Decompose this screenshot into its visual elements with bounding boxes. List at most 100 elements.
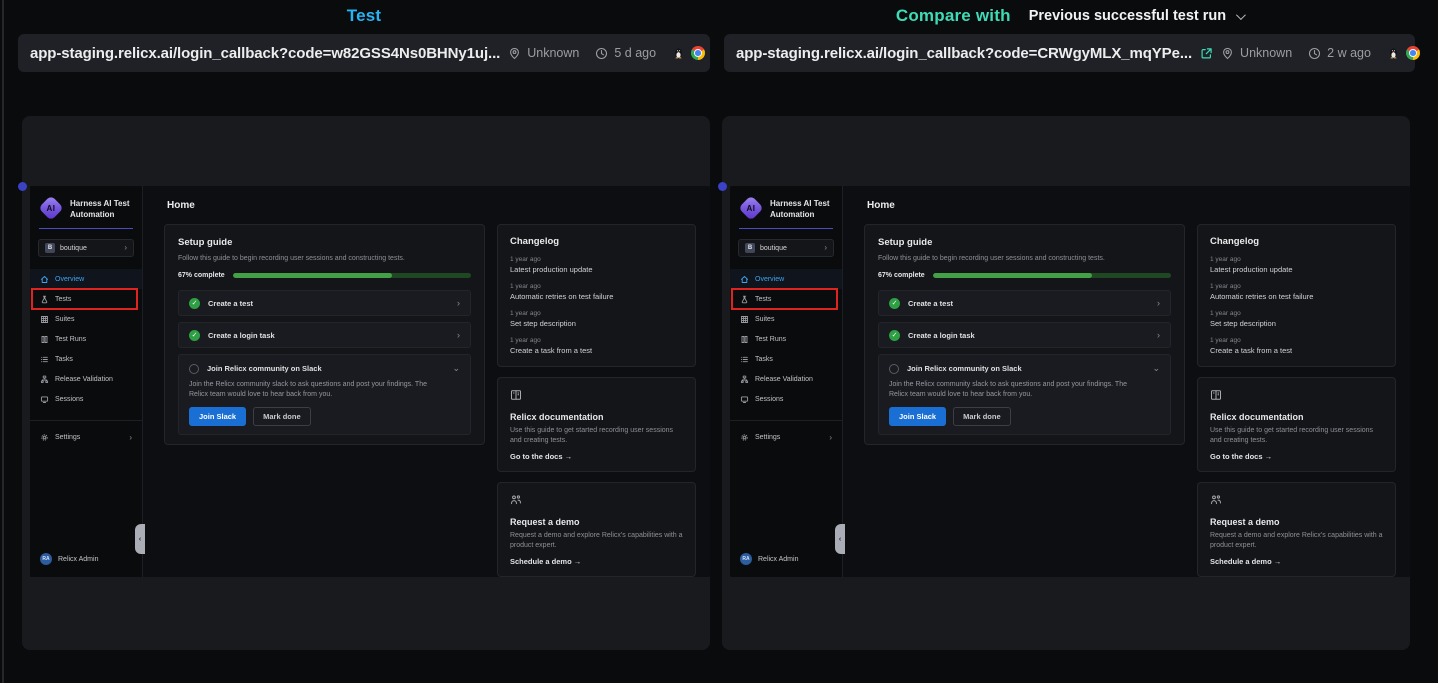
page-title: Home: [167, 200, 195, 211]
demo-card: Request a demo Request a demo and explor…: [1197, 482, 1396, 577]
chevron-left-icon: ‹: [139, 536, 141, 543]
sidebar-item-overview[interactable]: Overview: [30, 269, 142, 289]
schedule-demo-link[interactable]: Schedule a demo →: [1210, 557, 1383, 566]
linux-tux-icon: [672, 47, 685, 60]
demo-description: Request a demo and explore Relicx's capa…: [1210, 531, 1383, 550]
demo-title: Request a demo: [1210, 517, 1383, 527]
compare-location: Unknown: [1240, 46, 1292, 60]
changelog-entry: 1 year ago Set step description: [510, 310, 683, 328]
app-main-content: Home Setup guide Follow this guide to be…: [844, 186, 1410, 577]
sidebar-item-label: Tasks: [55, 356, 73, 363]
project-selector[interactable]: B boutique ›: [38, 239, 134, 257]
chevron-right-icon: ›: [1157, 330, 1160, 340]
user-name: Relicx Admin: [758, 556, 798, 563]
user-menu[interactable]: RA Relicx Admin: [40, 553, 98, 565]
brand-block: AI Harness AI Test Automation: [730, 186, 842, 220]
compare-run-dropdown[interactable]: Previous successful test run: [1029, 8, 1243, 24]
compare-screenshot: AI Harness AI Test Automation B boutique…: [730, 186, 1410, 577]
check-circle-icon: ✓: [889, 298, 900, 309]
base-location: Unknown: [527, 46, 579, 60]
sidebar-item-sessions[interactable]: Sessions: [30, 389, 142, 409]
sidebar-collapse-handle[interactable]: ‹: [135, 524, 145, 554]
harness-logo-icon: AI: [39, 196, 63, 220]
setup-step-create-test[interactable]: ✓ Create a test ›: [178, 290, 471, 316]
sidebar-item-suites[interactable]: Suites: [730, 309, 842, 329]
demo-card: Request a demo Request a demo and explor…: [497, 482, 696, 577]
join-slack-button[interactable]: Join Slack: [189, 407, 246, 426]
compare-url-bar[interactable]: app-staging.relicx.ai/login_callback?cod…: [724, 34, 1415, 72]
progress-fill: [933, 273, 1093, 278]
setup-step-create-login-task[interactable]: ✓ Create a login task ›: [178, 322, 471, 348]
flow-icon: [40, 375, 49, 384]
chevron-right-icon: ›: [124, 244, 127, 252]
setup-step-join-slack: Join Relicx community on Slack ⌄ Join th…: [878, 354, 1171, 435]
sidebar-item-tests[interactable]: Tests: [730, 289, 842, 309]
setup-progress: 67% complete: [878, 272, 1171, 279]
compare-url: app-staging.relicx.ai/login_callback?cod…: [736, 45, 1192, 62]
sidebar-item-label: Release Validation: [755, 376, 813, 383]
columns-icon: [40, 335, 49, 344]
compare-pane-header: Compare with Previous successful test ru…: [724, 2, 1415, 30]
mark-done-button[interactable]: Mark done: [953, 407, 1011, 426]
sidebar-item-settings[interactable]: Settings ›: [730, 427, 842, 447]
documentation-title: Relicx documentation: [1210, 412, 1383, 422]
setup-guide-title: Setup guide: [878, 237, 1171, 248]
user-name: Relicx Admin: [58, 556, 98, 563]
sidebar-item-tasks[interactable]: Tasks: [30, 349, 142, 369]
setup-step-create-login-task[interactable]: ✓ Create a login task ›: [878, 322, 1171, 348]
chevron-right-icon: ›: [829, 433, 832, 442]
columns-icon: [740, 335, 749, 344]
sidebar-item-settings[interactable]: Settings ›: [30, 427, 142, 447]
harness-logo-icon: AI: [739, 196, 763, 220]
setup-step-join-slack: Join Relicx community on Slack ⌄ Join th…: [178, 354, 471, 435]
setup-step-join-slack-header[interactable]: Join Relicx community on Slack ⌄: [189, 363, 460, 374]
setup-step-create-test[interactable]: ✓ Create a test ›: [878, 290, 1171, 316]
book-icon: [1210, 389, 1222, 401]
info-column: Changelog 1 year ago Latest production u…: [497, 224, 696, 577]
base-pane-title: Test: [347, 6, 382, 26]
sidebar-item-label: Test Runs: [55, 336, 86, 343]
setup-progress: 67% complete: [178, 272, 471, 279]
user-menu[interactable]: RA Relicx Admin: [740, 553, 798, 565]
sidebar-item-suites[interactable]: Suites: [30, 309, 142, 329]
avatar: RA: [740, 553, 752, 565]
changelog-entry: 1 year ago Automatic retries on test fai…: [510, 283, 683, 301]
schedule-demo-link[interactable]: Schedule a demo →: [510, 557, 683, 566]
join-slack-button[interactable]: Join Slack: [889, 407, 946, 426]
chevron-down-icon: ⌄: [1152, 363, 1160, 374]
home-icon: [40, 275, 49, 284]
monitor-icon: [40, 395, 49, 404]
scroll-position-marker: [18, 182, 27, 191]
progress-label: 67% complete: [878, 272, 925, 279]
sidebar-item-tests[interactable]: Tests: [30, 289, 142, 309]
changelog-entry: 1 year ago Latest production update: [510, 256, 683, 274]
setup-guide-title: Setup guide: [178, 237, 471, 248]
base-screenshot: AI Harness AI Test Automation B boutique…: [30, 186, 710, 577]
sidebar-item-sessions[interactable]: Sessions: [730, 389, 842, 409]
sidebar-item-release-validation[interactable]: Release Validation: [730, 369, 842, 389]
go-to-docs-link[interactable]: Go to the docs →: [1210, 452, 1383, 461]
sidebar-item-test-runs[interactable]: Test Runs: [30, 329, 142, 349]
project-selector[interactable]: B boutique ›: [738, 239, 834, 257]
scroll-position-marker: [718, 182, 727, 191]
go-to-docs-link[interactable]: Go to the docs →: [510, 452, 683, 461]
book-icon: [510, 389, 522, 401]
sidebar-collapse-handle[interactable]: ‹: [835, 524, 845, 554]
base-url-bar[interactable]: app-staging.relicx.ai/login_callback?cod…: [18, 34, 710, 72]
sidebar-item-label: Tests: [55, 296, 71, 303]
external-link-icon[interactable]: [1200, 47, 1213, 60]
sidebar-nav: Overview Tests Suites Test Runs T: [30, 269, 142, 447]
sidebar-nav: Overview Tests Suites Test Runs T: [730, 269, 842, 447]
setup-step-join-slack-header[interactable]: Join Relicx community on Slack ⌄: [889, 363, 1160, 374]
sidebar-item-release-validation[interactable]: Release Validation: [30, 369, 142, 389]
sidebar-divider: [730, 420, 842, 421]
sidebar-item-tasks[interactable]: Tasks: [730, 349, 842, 369]
page-title: Home: [867, 200, 895, 211]
mark-done-button[interactable]: Mark done: [253, 407, 311, 426]
sidebar-item-overview[interactable]: Overview: [730, 269, 842, 289]
chevron-right-icon: ›: [457, 330, 460, 340]
sidebar-item-test-runs[interactable]: Test Runs: [730, 329, 842, 349]
demo-title: Request a demo: [510, 517, 683, 527]
chevron-down-icon: ⌄: [452, 363, 460, 374]
join-slack-description: Join the Relicx community slack to ask q…: [889, 380, 1138, 399]
